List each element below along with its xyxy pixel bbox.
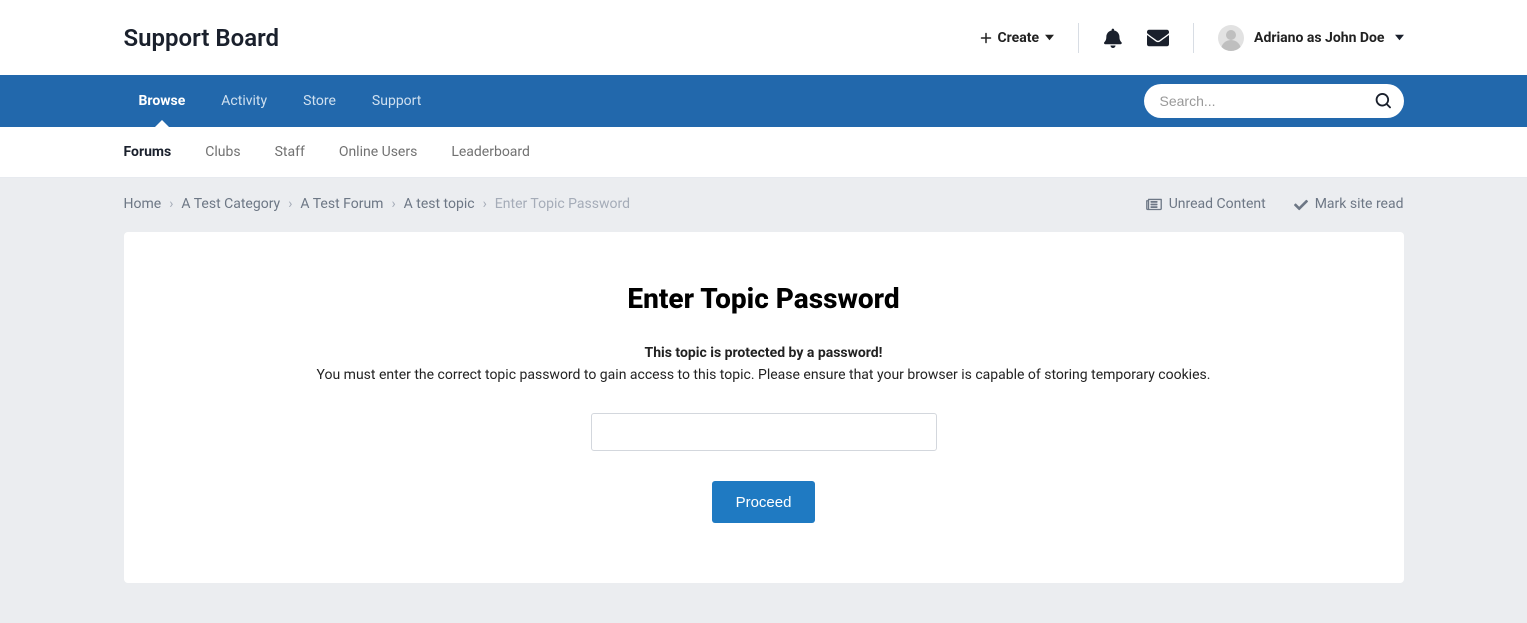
subnav-forums[interactable]: Forums — [124, 144, 172, 160]
breadcrumb-row: Home › A Test Category › A Test Forum › … — [124, 178, 1404, 232]
breadcrumb-topic[interactable]: A test topic — [404, 196, 475, 212]
chevron-right-icon: › — [391, 196, 395, 212]
search-box — [1144, 84, 1404, 118]
caret-down-icon — [1045, 33, 1054, 42]
search-button[interactable] — [1368, 86, 1398, 116]
site-title[interactable]: Support Board — [124, 24, 280, 52]
mark-site-read-label: Mark site read — [1315, 196, 1404, 212]
chevron-right-icon: › — [483, 196, 487, 212]
subnav-staff[interactable]: Staff — [275, 144, 305, 160]
nav-activity[interactable]: Activity — [221, 75, 267, 127]
sub-nav: Forums Clubs Staff Online Users Leaderbo… — [0, 127, 1527, 178]
breadcrumb-home[interactable]: Home — [124, 196, 162, 212]
caret-down-icon — [1395, 33, 1404, 42]
envelope-icon — [1147, 27, 1169, 49]
breadcrumb-forum[interactable]: A Test Forum — [300, 196, 383, 212]
card-description: You must enter the correct topic passwor… — [154, 367, 1374, 383]
check-icon — [1294, 197, 1308, 211]
breadcrumb-current: Enter Topic Password — [495, 196, 630, 212]
messages-button[interactable] — [1147, 27, 1169, 49]
subnav-online-users[interactable]: Online Users — [339, 144, 418, 160]
card-subtitle: This topic is protected by a password! — [154, 345, 1374, 361]
notifications-button[interactable] — [1103, 28, 1123, 48]
subnav-leaderboard[interactable]: Leaderboard — [451, 144, 530, 160]
divider — [1193, 23, 1194, 53]
user-menu[interactable]: Adriano as John Doe — [1218, 25, 1403, 51]
create-button[interactable]: Create — [980, 30, 1055, 46]
password-card: Enter Topic Password This topic is prote… — [124, 232, 1404, 583]
plus-icon — [980, 32, 992, 44]
unread-content-link[interactable]: Unread Content — [1146, 196, 1266, 212]
nav-browse[interactable]: Browse — [139, 75, 186, 127]
search-input[interactable] — [1144, 84, 1404, 118]
bell-icon — [1103, 28, 1123, 48]
page-body: Home › A Test Category › A Test Forum › … — [0, 178, 1527, 623]
proceed-button[interactable]: Proceed — [712, 481, 816, 523]
nav-support[interactable]: Support — [372, 75, 421, 127]
top-header: Support Board Create — [0, 0, 1527, 75]
primary-nav: Browse Activity Store Support — [0, 75, 1527, 127]
user-label: Adriano as John Doe — [1254, 30, 1384, 46]
subnav-clubs[interactable]: Clubs — [205, 144, 240, 160]
search-icon — [1375, 93, 1391, 109]
mark-site-read-link[interactable]: Mark site read — [1294, 196, 1404, 212]
divider — [1078, 23, 1079, 53]
create-label: Create — [998, 30, 1040, 46]
card-title: Enter Topic Password — [154, 282, 1374, 315]
breadcrumb-category[interactable]: A Test Category — [181, 196, 280, 212]
nav-store[interactable]: Store — [303, 75, 336, 127]
chevron-right-icon: › — [169, 196, 173, 212]
avatar — [1218, 25, 1244, 51]
topic-password-input[interactable] — [591, 413, 937, 451]
newspaper-icon — [1146, 197, 1162, 211]
unread-content-label: Unread Content — [1169, 196, 1266, 212]
breadcrumb: Home › A Test Category › A Test Forum › … — [124, 196, 631, 212]
chevron-right-icon: › — [288, 196, 292, 212]
